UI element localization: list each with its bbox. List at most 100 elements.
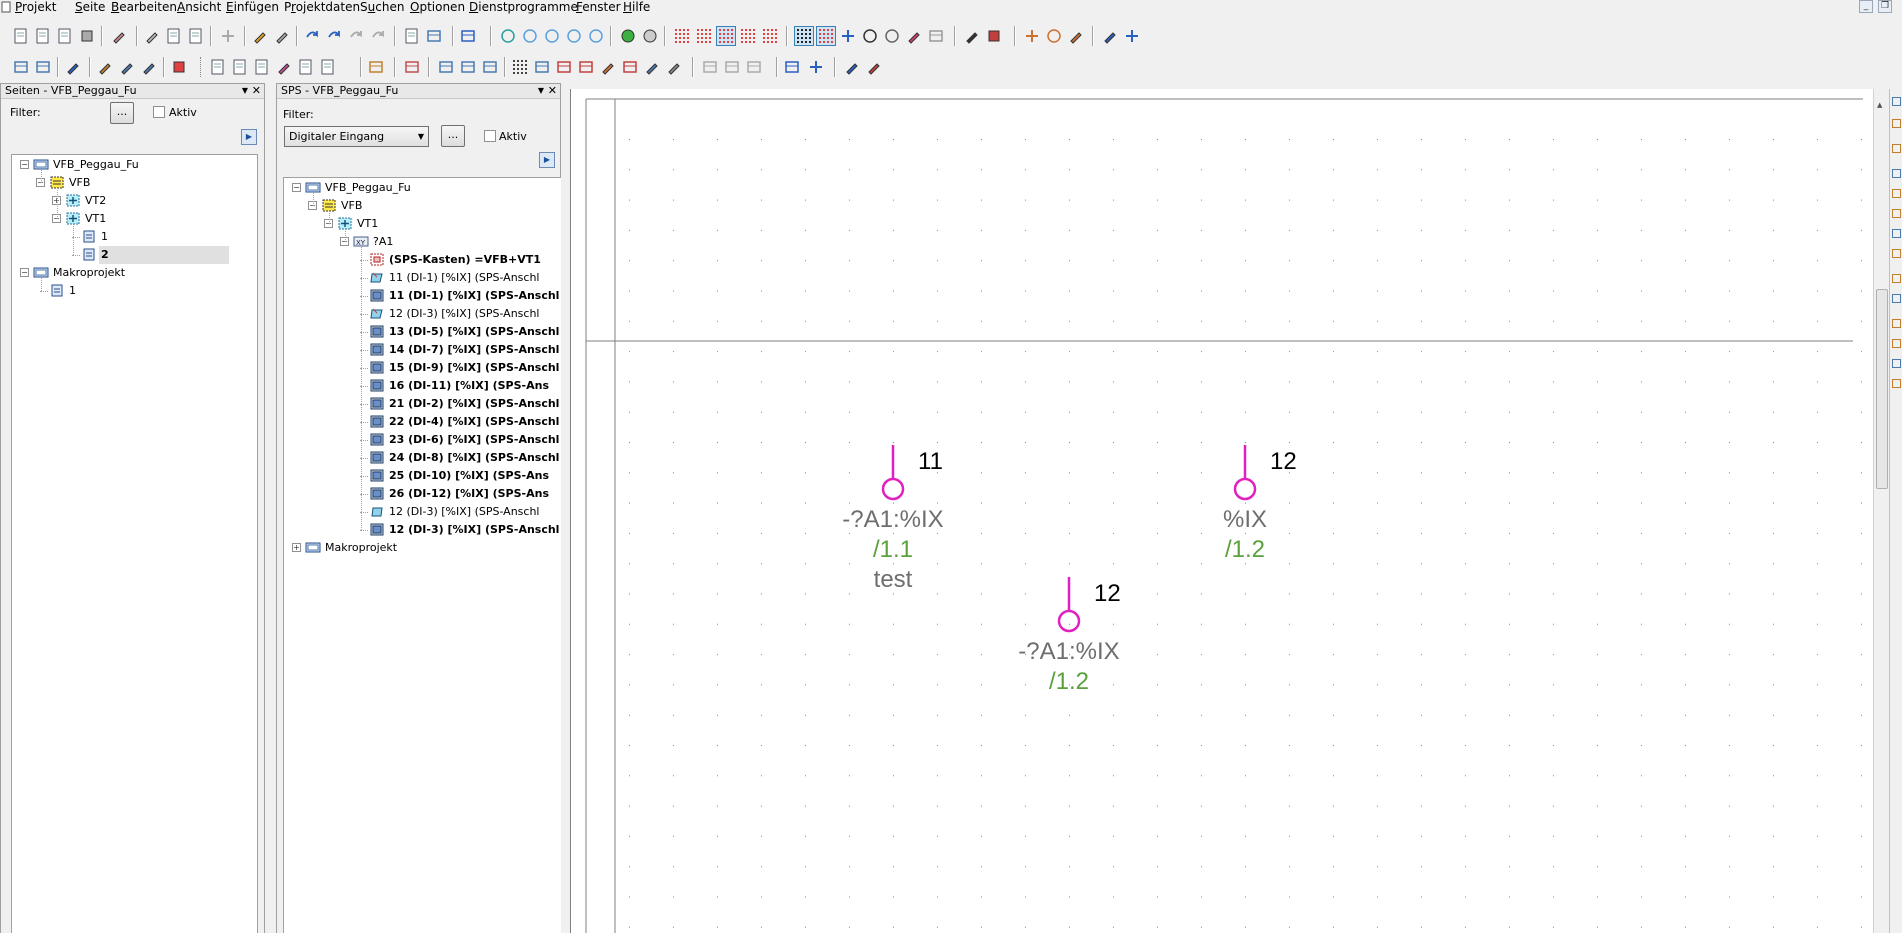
restore-icon[interactable]: ❐: [1878, 0, 1892, 13]
tree-node[interactable]: − VT1: [12, 210, 257, 228]
scrollbar-thumb[interactable]: [1876, 289, 1888, 489]
side-toolbar-icon[interactable]: [1892, 209, 1901, 218]
pattern-g-icon[interactable]: [642, 57, 662, 77]
filter-options-button[interactable]: ...: [441, 125, 465, 147]
tree-node[interactable]: 23 (DI-6) [%IX] (SPS-Anschl: [284, 431, 561, 449]
pin-icon[interactable]: ▼: [242, 84, 248, 98]
print-icon[interactable]: [77, 26, 97, 46]
filter-dropdown[interactable]: Digitaler Eingang ▼: [284, 126, 429, 147]
menu-projekt[interactable]: Projekt: [15, 0, 56, 14]
tree-node[interactable]: 26 (DI-12) [%IX] (SPS-Ans: [284, 485, 561, 503]
view-b-icon[interactable]: [722, 57, 742, 77]
active-checkbox[interactable]: [484, 130, 496, 142]
toolbar-grip[interactable]: [200, 57, 203, 77]
menu-ansicht[interactable]: Ansicht: [177, 0, 221, 14]
crosshair-icon[interactable]: [1122, 26, 1142, 46]
side-toolbar-icon[interactable]: [1892, 359, 1901, 368]
menu-dienstprogramme[interactable]: Dienstprogramme: [469, 0, 578, 14]
vertical-scrollbar[interactable]: ▲: [1873, 89, 1890, 933]
tree-node[interactable]: − XY ?A1: [284, 233, 561, 251]
page-b-icon[interactable]: [230, 57, 250, 77]
tree-node[interactable]: (SPS-Kasten) =VFB+VT1: [284, 251, 561, 269]
grid-snap-icon[interactable]: [794, 26, 814, 46]
tree-node[interactable]: 11 (DI-1) [%IX] (SPS-Anschl: [284, 287, 561, 305]
insert-a-icon[interactable]: [1022, 26, 1042, 46]
menu-bearbeiten[interactable]: Bearbeiten: [111, 0, 177, 14]
tree-node[interactable]: 1: [12, 282, 257, 300]
tree-node[interactable]: 21 (DI-2) [%IX] (SPS-Anschl: [284, 395, 561, 413]
frame-b-icon[interactable]: [806, 57, 826, 77]
graphic-icon[interactable]: [904, 26, 924, 46]
pattern-b-icon[interactable]: [532, 57, 552, 77]
cut-icon[interactable]: [142, 26, 162, 46]
page-list-icon[interactable]: [402, 26, 422, 46]
side-toolbar-icon[interactable]: [1892, 119, 1901, 128]
pattern-d-icon[interactable]: [576, 57, 596, 77]
tool-b-icon[interactable]: [864, 57, 884, 77]
grid-c-icon[interactable]: [716, 26, 736, 46]
zoom-window-icon[interactable]: [498, 26, 518, 46]
page-c-icon[interactable]: [252, 57, 272, 77]
minimize-icon[interactable]: _: [1859, 0, 1873, 13]
frame-a-icon[interactable]: [782, 57, 802, 77]
delete-icon[interactable]: [218, 26, 238, 46]
side-toolbar-icon[interactable]: [1892, 294, 1901, 303]
active-checkbox[interactable]: [153, 106, 165, 118]
undo-icon[interactable]: [302, 26, 322, 46]
tree-node[interactable]: − VFB_Peggau_Fu: [284, 179, 561, 197]
collapse-icon[interactable]: −: [292, 183, 301, 192]
pattern-c-icon[interactable]: [554, 57, 574, 77]
pattern-f-icon[interactable]: [620, 57, 640, 77]
report-icon[interactable]: [366, 57, 386, 77]
tool-a-icon[interactable]: [842, 57, 862, 77]
tree-node[interactable]: 12 (DI-3) [%IX] (SPS-Anschl: [284, 503, 561, 521]
close-icon[interactable]: ✕: [548, 84, 557, 98]
redo-list-icon[interactable]: [368, 26, 388, 46]
cursor-icon[interactable]: [1100, 26, 1120, 46]
menu-hilfe[interactable]: Hilfe: [623, 0, 650, 14]
forward-icon[interactable]: [640, 26, 660, 46]
menu-suchen[interactable]: Suchen: [360, 0, 404, 14]
menu-projektdaten[interactable]: Projektdaten: [284, 0, 360, 14]
tree-node[interactable]: 2: [12, 246, 257, 264]
view-c-icon[interactable]: [744, 57, 764, 77]
insert-c-icon[interactable]: [1066, 26, 1086, 46]
side-toolbar-icon[interactable]: [1892, 249, 1901, 258]
stop-icon[interactable]: [169, 57, 189, 77]
tree-node[interactable]: 25 (DI-10) [%IX] (SPS-Ans: [284, 467, 561, 485]
side-toolbar-icon[interactable]: [1892, 189, 1901, 198]
save-icon[interactable]: [55, 26, 75, 46]
grid-object-icon[interactable]: [816, 26, 836, 46]
monitor-icon[interactable]: [458, 26, 478, 46]
copy-icon[interactable]: [164, 26, 184, 46]
grid-e-icon[interactable]: [760, 26, 780, 46]
insert-b-icon[interactable]: [1044, 26, 1064, 46]
close-icon[interactable]: ✕: [252, 84, 261, 98]
snap-icon[interactable]: [838, 26, 858, 46]
page-e-icon[interactable]: [296, 57, 316, 77]
side-toolbar-icon[interactable]: [1892, 274, 1901, 283]
apply-filter-arrow-icon[interactable]: ▶: [539, 152, 555, 168]
tree-node[interactable]: 13 (DI-5) [%IX] (SPS-Anschl: [284, 323, 561, 341]
page-nav-2-icon[interactable]: [33, 57, 53, 77]
tree-node[interactable]: − Makroprojekt: [12, 264, 257, 282]
layout-a-icon[interactable]: [436, 57, 456, 77]
tree-node[interactable]: + Makroprojekt: [284, 539, 561, 557]
side-toolbar-icon[interactable]: [1892, 379, 1901, 388]
hand-icon[interactable]: [63, 57, 83, 77]
side-toolbar-icon[interactable]: [1892, 339, 1901, 348]
collapse-icon[interactable]: −: [20, 160, 29, 169]
page-a-icon[interactable]: [208, 57, 228, 77]
undo-list-icon[interactable]: [324, 26, 344, 46]
zoom-100-icon[interactable]: [586, 26, 606, 46]
page-f-icon[interactable]: [318, 57, 338, 77]
measure-icon[interactable]: [926, 26, 946, 46]
paste-icon[interactable]: [186, 26, 206, 46]
expand-icon[interactable]: +: [292, 543, 301, 552]
tree-node[interactable]: + VT2: [12, 192, 257, 210]
tree-node[interactable]: 11 (DI-1) [%IX] (SPS-Anschl: [284, 269, 561, 287]
pattern-e-icon[interactable]: [598, 57, 618, 77]
view-a-icon[interactable]: [700, 57, 720, 77]
table-icon[interactable]: [424, 26, 444, 46]
open-project-icon[interactable]: [33, 26, 53, 46]
